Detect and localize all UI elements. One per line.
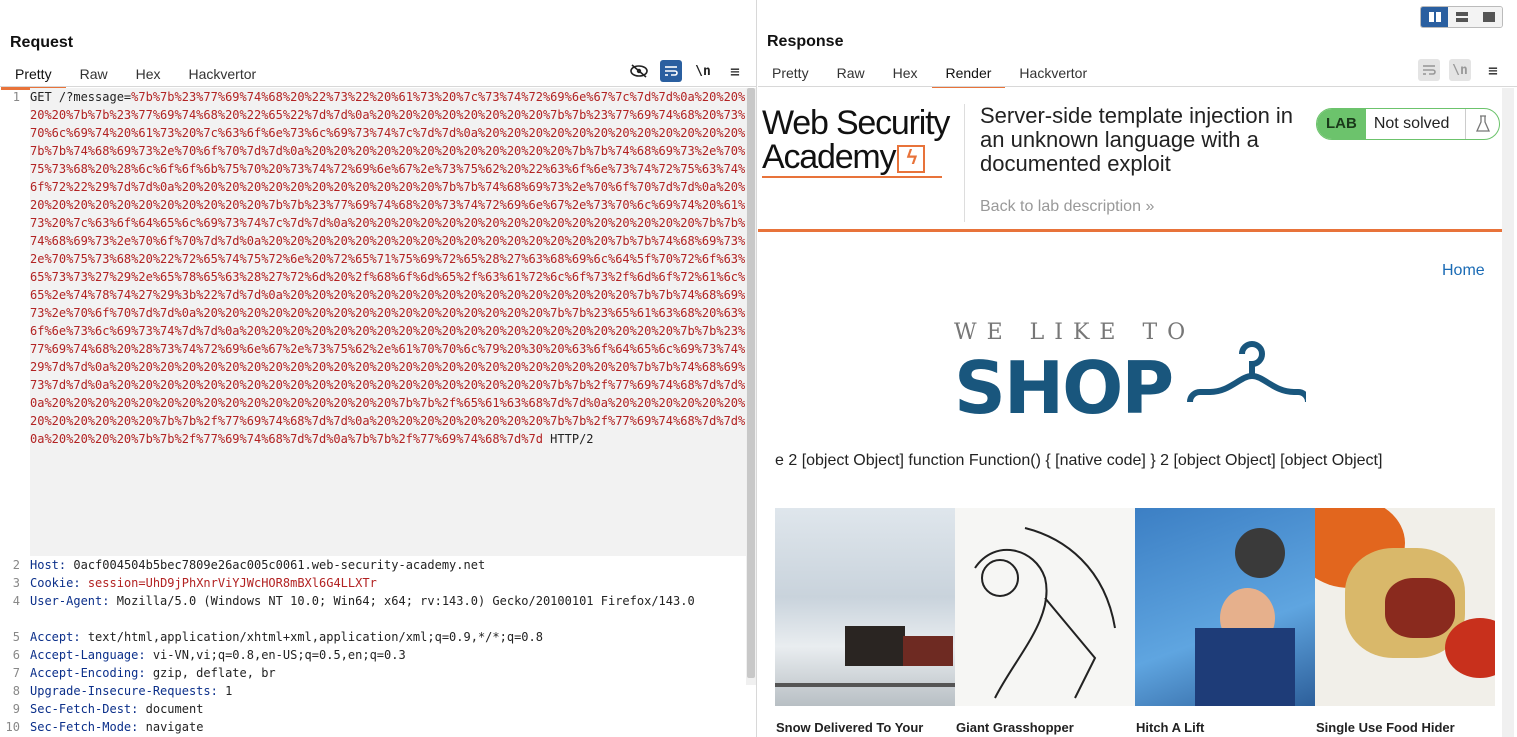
request-tabs: Pretty Raw Hex Hackvertor	[1, 66, 271, 90]
line-number: 7	[12, 666, 20, 680]
wsa-logo-line1: Web Security	[762, 104, 950, 142]
tab-hex[interactable]: Hex	[122, 66, 175, 88]
request-scroll-thumb[interactable]	[747, 88, 755, 678]
product-card[interactable]: Giant Grasshopper	[955, 508, 1135, 737]
header-accept-encoding: Accept-Encoding: gzip, deflate, br	[30, 666, 276, 680]
header-upgrade-insecure: Upgrade-Insecure-Requests: 1	[30, 684, 233, 698]
http-version: HTTP/2	[542, 432, 594, 446]
response-pane: Response Pretty Raw Hex Render Hackverto…	[758, 0, 1517, 737]
header-sec-fetch-dest: Sec-Fetch-Dest: document	[30, 702, 204, 716]
tab-divider	[758, 86, 1517, 87]
header-cookie: Cookie: session=UhD9jPhXnrViYJWcHOR8mBXl…	[30, 576, 377, 590]
line-number: 4	[12, 594, 20, 608]
line-number: 9	[12, 702, 20, 716]
layout-side-by-side-icon[interactable]	[1421, 7, 1448, 27]
product-name[interactable]: Snow Delivered To Your Door	[775, 720, 955, 737]
line-number: 8	[12, 684, 20, 698]
header-accept-language: Accept-Language: vi-VN,vi;q=0.8,en-US;q=…	[30, 648, 406, 662]
menu-icon[interactable]: ≡	[1482, 59, 1504, 81]
back-to-lab-link[interactable]: Back to lab description »	[980, 198, 1154, 216]
lab-tag: LAB	[1317, 109, 1366, 139]
ssti-payload: %7b%7b%23%77%69%74%68%20%22%73%22%20%61%…	[30, 90, 746, 446]
lab-title: Server-side template injection in an unk…	[980, 103, 1294, 176]
line-number: 5	[12, 630, 20, 644]
lab-status-text: Not solved	[1373, 115, 1450, 132]
newline-icon[interactable]: \n	[1449, 59, 1471, 81]
tab-render[interactable]: Render	[931, 65, 1006, 89]
product-card[interactable]: Single Use Food Hider	[1315, 508, 1495, 737]
tab-hackvertor[interactable]: Hackvertor	[175, 66, 271, 88]
request-code: GET /?message=%7b%7b%23%77%69%74%68%20%2…	[30, 88, 746, 736]
hide-nonprintable-icon[interactable]	[628, 60, 650, 82]
header-sec-fetch-mode: Sec-Fetch-Mode: navigate	[30, 720, 204, 734]
request-method: GET /?message=	[30, 90, 132, 104]
line-number	[0, 610, 24, 628]
product-card[interactable]: Hitch A Lift	[1135, 508, 1315, 737]
product-grid: Snow Delivered To Your Door Giant Grassh…	[775, 508, 1495, 737]
double-chevron-icon: »	[1145, 198, 1155, 215]
product-image-grasshopper[interactable]	[955, 508, 1135, 706]
request-editor[interactable]: 1 2 3 4 5 6 7 8 9 10 GET /?message=%7b%7…	[0, 88, 746, 737]
lightning-icon: ϟ	[897, 145, 926, 174]
header-user-agent: User-Agent: Mozilla/5.0 (Windows NT 10.0…	[30, 594, 695, 608]
request-line: GET /?message=%7b%7b%23%77%69%74%68%20%2…	[30, 88, 746, 556]
product-name[interactable]: Single Use Food Hider	[1315, 720, 1495, 735]
line-number: 1	[12, 90, 20, 104]
tab-pretty[interactable]: Pretty	[1, 66, 66, 90]
product-card[interactable]: Snow Delivered To Your Door	[775, 508, 955, 737]
request-pane: Request Pretty Raw Hex Hackvertor \n ≡ 1…	[0, 0, 757, 737]
request-title: Request	[10, 34, 74, 51]
wsa-logo-line2: Academy	[762, 138, 897, 176]
line-number: 6	[12, 648, 20, 662]
hanger-icon	[1187, 341, 1306, 403]
product-name[interactable]: Giant Grasshopper	[955, 720, 1135, 735]
shop-wordmark: SHOP	[954, 346, 1174, 430]
render-scrollbar[interactable]	[1502, 88, 1514, 737]
newline-icon[interactable]: \n	[692, 60, 714, 82]
line-number: 2	[12, 558, 20, 572]
header-divider	[964, 104, 965, 222]
product-name[interactable]: Hitch A Lift	[1135, 720, 1315, 735]
tab-divider	[0, 86, 756, 87]
lab-status-badge: LAB Not solved	[1316, 108, 1501, 140]
tab-hex[interactable]: Hex	[879, 65, 932, 87]
product-image-skydivers[interactable]	[1135, 508, 1315, 706]
line-gutter: 1 2 3 4 5 6 7 8 9 10	[0, 88, 24, 736]
tab-raw[interactable]: Raw	[66, 66, 122, 88]
response-title: Response	[767, 33, 844, 50]
logo-underline	[762, 176, 942, 178]
response-tabs: Pretty Raw Hex Render Hackvertor	[758, 65, 1101, 89]
shop-logo: WE LIKE TO SHOP	[954, 320, 1314, 430]
tab-hackvertor[interactable]: Hackvertor	[1005, 65, 1101, 87]
home-link[interactable]: Home	[1442, 262, 1485, 280]
header-host: Host: 0acf004504b5bec7809e26ac005c0061.w…	[30, 558, 486, 572]
header-rule	[758, 229, 1502, 232]
line-number: 3	[12, 576, 20, 590]
wrap-lines-icon[interactable]	[660, 60, 682, 82]
product-image-train[interactable]	[775, 508, 955, 706]
layout-tabs-icon[interactable]	[1475, 7, 1502, 27]
flask-icon	[1465, 109, 1499, 139]
layout-stacked-icon[interactable]	[1448, 7, 1475, 27]
wrap-lines-icon[interactable]	[1418, 59, 1440, 81]
line-number: 10	[5, 720, 20, 734]
rendered-page: Web Security Academy ϟ Server-side templa…	[758, 88, 1502, 737]
product-image-food[interactable]	[1315, 508, 1495, 706]
tab-raw[interactable]: Raw	[823, 65, 879, 87]
wsa-logo[interactable]: Web Security Academy ϟ	[762, 106, 962, 178]
tab-pretty[interactable]: Pretty	[758, 65, 823, 87]
burp-repeater-window: Request Pretty Raw Hex Hackvertor \n ≡ 1…	[0, 0, 1517, 737]
template-output: e 2 [object Object] function Function() …	[775, 452, 1383, 469]
header-accept: Accept: text/html,application/xhtml+xml,…	[30, 630, 543, 644]
layout-switcher	[1420, 6, 1503, 28]
menu-icon[interactable]: ≡	[724, 60, 746, 82]
